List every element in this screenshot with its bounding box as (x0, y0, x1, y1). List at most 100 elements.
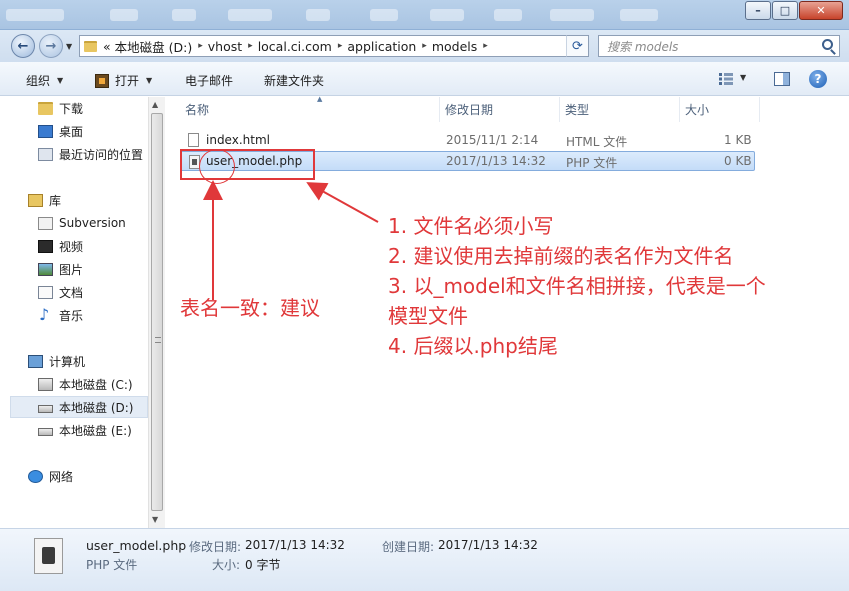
chevron-down-icon: ▼ (57, 76, 64, 85)
breadcrumb-separator-icon[interactable]: ▸ (483, 41, 488, 51)
details-filetype: PHP 文件 (86, 558, 138, 572)
breadcrumb-local-ci[interactable]: local.ci.com (258, 39, 332, 54)
scroll-up-icon[interactable]: ▲ (152, 100, 158, 109)
open-button[interactable]: 打开 ▼ (95, 72, 152, 89)
help-button[interactable]: ? (809, 70, 827, 88)
folder-icon (38, 101, 53, 115)
nav-label: 计算机 (49, 354, 86, 369)
sublime-text-icon (95, 73, 109, 88)
search-input[interactable]: 搜索 models (598, 35, 840, 57)
scroll-thumb[interactable] (151, 113, 163, 511)
chevron-down-icon: ▼ (146, 76, 153, 85)
nav-label: 本地磁盘 (E:) (59, 423, 132, 438)
blurred-tab (306, 9, 330, 21)
annotation-rule-3: 3. 以_model和文件名相拼接，代表是一个 (388, 274, 766, 298)
file-name: index.html (206, 133, 270, 147)
preview-pane-icon[interactable] (774, 72, 790, 86)
view-dropdown[interactable]: ▼ (740, 73, 746, 82)
arrow-right-icon: → (45, 38, 57, 54)
column-header-label: 名称 (185, 103, 210, 117)
view-options-icon[interactable] (719, 73, 733, 85)
annotation-rule-3-cont: 模型文件 (388, 304, 468, 328)
column-header-type[interactable]: 类型 (560, 97, 680, 122)
computer-icon (28, 354, 43, 368)
refresh-icon: ⟳ (572, 38, 583, 54)
nav-scrollbar[interactable]: ▲ ▼ (148, 97, 165, 528)
details-size-value: 0 字节 (245, 558, 281, 572)
open-label: 打开 (115, 74, 140, 88)
new-folder-button[interactable]: 新建文件夹 (264, 72, 324, 89)
file-type: HTML 文件 (566, 135, 628, 149)
help-icon: ? (814, 72, 822, 86)
details-created-value: 2017/1/13 14:32 (438, 538, 538, 552)
chevron-down-icon: ▼ (740, 73, 747, 82)
grip-icon (155, 337, 161, 343)
breadcrumb-separator-icon[interactable]: ▸ (198, 41, 203, 51)
sort-ascending-icon: ▲ (317, 95, 323, 103)
recent-places-icon (38, 147, 53, 161)
blurred-tab (228, 9, 272, 21)
breadcrumb-models[interactable]: models (432, 39, 477, 54)
address-bar[interactable]: « 本地磁盘 (D:) ▸ vhost ▸ local.ci.com ▸ applic… (79, 35, 589, 57)
file-row-index-html[interactable]: index.html 2015/11/1 2:14 HTML 文件 1 KB (180, 130, 755, 150)
file-thumbnail-icon (34, 538, 63, 574)
maximize-button[interactable]: □ (772, 1, 798, 20)
details-created-label: 创建日期: (382, 540, 435, 554)
forward-button[interactable]: → (39, 34, 63, 58)
minimize-button[interactable]: – (745, 1, 771, 20)
title-bar: – □ ✕ (0, 0, 849, 30)
desktop-icon (38, 124, 53, 138)
blurred-tab (430, 9, 464, 21)
drive-icon (38, 377, 53, 391)
blurred-tab (550, 9, 594, 21)
email-button[interactable]: 电子邮件 (185, 72, 233, 89)
nav-label: 本地磁盘 (D:) (59, 400, 134, 415)
organize-label: 组织 (26, 74, 51, 88)
column-header-name[interactable]: ▲ 名称 (180, 95, 440, 122)
blurred-tab (172, 9, 196, 21)
nav-label: 本地磁盘 (C:) (59, 377, 133, 392)
annotation-rule-1: 1. 文件名必须小写 (388, 214, 554, 238)
file-modified: 2017/1/13 14:32 (446, 154, 546, 168)
nav-label: 音乐 (59, 308, 84, 323)
network-icon (28, 469, 43, 483)
search-placeholder: 搜索 models (607, 39, 679, 54)
column-header-size[interactable]: 大小 (680, 97, 760, 122)
nav-label: Subversion (59, 216, 126, 230)
details-size-label: 大小: (212, 558, 241, 572)
breadcrumb-separator-icon[interactable]: ▸ (338, 41, 343, 51)
column-header-modified[interactable]: 修改日期 (440, 97, 560, 122)
breadcrumb-drive-d[interactable]: 本地磁盘 (D:) (115, 37, 193, 56)
document-icon (38, 285, 53, 299)
refresh-button[interactable]: ⟳ (566, 35, 589, 57)
search-icon[interactable] (822, 39, 833, 50)
organize-button[interactable]: 组织 ▼ (26, 72, 63, 89)
blurred-tab (110, 9, 138, 21)
column-header-label: 修改日期 (445, 103, 494, 117)
recent-pages-dropdown[interactable]: ▼ (66, 42, 72, 51)
nav-label: 图片 (59, 262, 84, 277)
back-button[interactable]: ← (11, 34, 35, 58)
blurred-tab (494, 9, 522, 21)
blurred-tab (370, 9, 398, 21)
nav-label: 网络 (49, 469, 74, 484)
new-folder-label: 新建文件夹 (264, 74, 325, 88)
breadcrumb-separator-icon[interactable]: ▸ (248, 41, 253, 51)
breadcrumb-overflow[interactable]: « (103, 39, 111, 54)
annotation-rule-2: 2. 建议使用去掉前缀的表名作为文件名 (388, 244, 734, 268)
scroll-down-icon[interactable]: ▼ (152, 515, 158, 524)
blurred-title (6, 9, 64, 21)
column-header-label: 大小 (685, 103, 710, 117)
close-button[interactable]: ✕ (799, 1, 843, 20)
breadcrumb-application[interactable]: application (347, 39, 416, 54)
video-icon (38, 239, 53, 253)
nav-item-drive-d[interactable]: 本地磁盘 (D:) (10, 396, 148, 418)
nav-label: 桌面 (59, 124, 84, 139)
breadcrumb-vhost[interactable]: vhost (208, 39, 242, 54)
breadcrumb-separator-icon[interactable]: ▸ (422, 41, 427, 51)
command-bar: 组织 ▼ 打开 ▼ 电子邮件 新建文件夹 ▼ ? (0, 62, 849, 96)
details-modified-label: 修改日期: (189, 540, 242, 554)
library-icon (28, 193, 43, 207)
email-label: 电子邮件 (185, 74, 234, 88)
window-controls: – □ ✕ (744, 1, 843, 20)
